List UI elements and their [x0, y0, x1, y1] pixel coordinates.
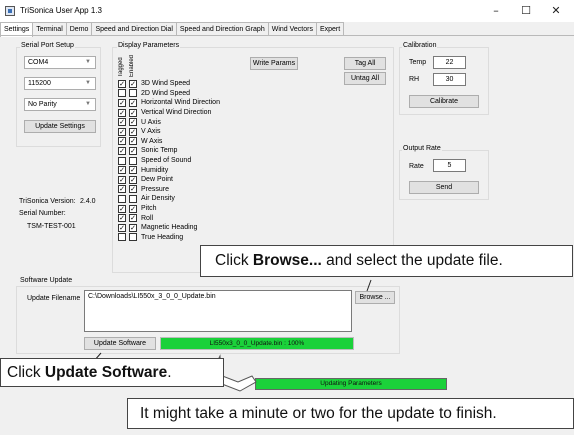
update-callout: Click Update Software.	[0, 358, 224, 387]
browse-callout: Click Browse... and select the update fi…	[200, 245, 573, 277]
browse-callout-leader	[366, 279, 372, 292]
browse-callout-bold: Browse...	[252, 252, 322, 269]
browse-callout-post: and select the update file.	[321, 252, 503, 269]
browse-callout-pre: Click	[215, 252, 253, 269]
update-callout-post: .	[167, 364, 172, 381]
update-callout-pre: Click	[7, 364, 45, 381]
wait-callout: It might take a minute or two for the up…	[127, 398, 574, 429]
update-callout-bold: Update Software	[44, 364, 168, 381]
